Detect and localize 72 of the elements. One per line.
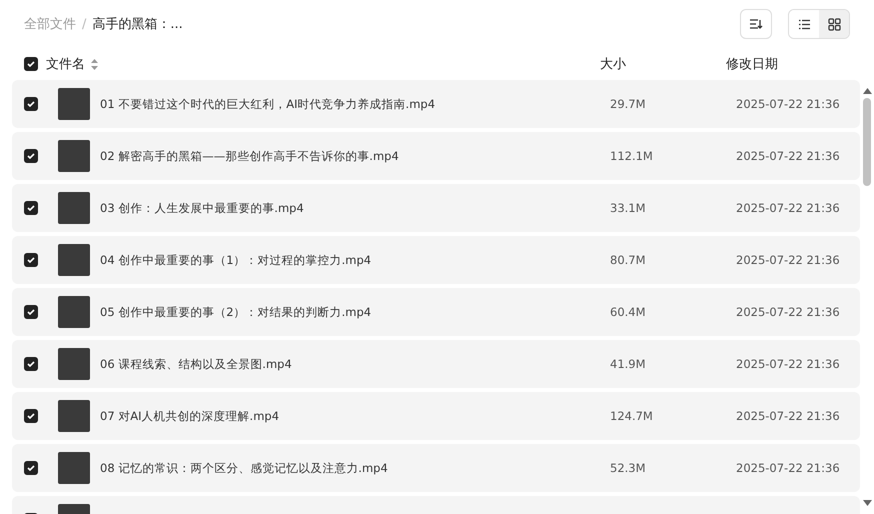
row-checkbox[interactable] xyxy=(24,97,38,111)
video-thumbnail xyxy=(58,400,90,432)
modified-date: 2025-07-22 21:36 xyxy=(736,201,841,215)
video-thumbnail xyxy=(58,88,90,120)
file-row[interactable]: 06 课程线索、结构以及全景图.mp4 41.9M 2025-07-22 21:36 xyxy=(12,340,860,388)
column-header[interactable]: 修改日期 xyxy=(726,55,850,73)
scrollbar-thumb[interactable] xyxy=(863,98,871,186)
file-size: 60.4M xyxy=(610,305,647,319)
modified-date: 2025-07-22 21:36 xyxy=(736,461,841,475)
check-icon xyxy=(26,99,36,109)
row-checkbox[interactable] xyxy=(24,149,38,163)
video-thumbnail xyxy=(58,244,90,276)
modified-date: 2025-07-22 21:36 xyxy=(736,253,841,267)
file-name: 03 创作：人生发展中最重要的事.mp4 xyxy=(100,200,305,216)
modified-date: 2025-07-22 21:36 xyxy=(736,409,841,423)
scroll-up-icon[interactable] xyxy=(862,88,872,94)
scroll-down-icon[interactable] xyxy=(862,500,872,506)
file-row[interactable]: 08 记忆的常识：两个区分、感觉记忆以及注意力.mp4 52.3M 2025-07-22 21:36 xyxy=(12,444,860,492)
check-icon xyxy=(26,307,36,317)
check-icon xyxy=(26,151,36,161)
file-size: 33.1M xyxy=(610,201,647,215)
video-thumbnail xyxy=(58,192,90,224)
row-checkbox[interactable] xyxy=(24,461,38,475)
select-all-checkbox[interactable] xyxy=(24,57,38,71)
file-name: 06 课程线索、结构以及全景图.mp4 xyxy=(100,356,293,372)
file-row[interactable]: 04 创作中最重要的事（1）：对过程的掌控力.mp4 80.7M 2025-07-22 21:36 xyxy=(12,236,860,284)
video-thumbnail xyxy=(58,140,90,172)
file-name: 02 解密高手的黑箱——那些创作高手不告诉你的事.mp4 xyxy=(100,148,400,164)
row-checkbox[interactable] xyxy=(24,253,38,267)
breadcrumb-item[interactable]: 高手的黑箱：... xyxy=(92,15,183,33)
video-thumbnail xyxy=(58,296,90,328)
file-name: 01 不要错过这个时代的巨大红利，AI时代竞争力养成指南.mp4 xyxy=(100,96,436,112)
file-row[interactable]: 01 不要错过这个时代的巨大红利，AI时代竞争力养成指南.mp4 29.7M 2025-07-22 21:36 xyxy=(12,80,860,128)
check-icon xyxy=(26,255,36,265)
breadcrumb-separator: / xyxy=(82,16,86,32)
file-size: 29.7M xyxy=(610,97,647,111)
sort-button[interactable] xyxy=(740,9,772,39)
file-size: 124.7M xyxy=(610,409,654,423)
grid-view-button[interactable] xyxy=(819,10,849,38)
row-checkbox[interactable] xyxy=(24,201,38,215)
grid-icon xyxy=(828,18,840,30)
check-icon xyxy=(26,59,36,69)
file-row[interactable]: 05 创作中最重要的事（2）：对结果的判断力.mp4 60.4M 2025-07-22 21:36 xyxy=(12,288,860,336)
file-size: 41.9M xyxy=(610,357,647,371)
video-thumbnail xyxy=(58,348,90,380)
file-row[interactable]: 07 对AI人机共创的深度理解.mp4 124.7M 2025-07-22 21:36 xyxy=(12,392,860,440)
modified-date: 2025-07-22 21:36 xyxy=(736,305,841,319)
column-header[interactable]: 大小 xyxy=(600,55,726,73)
sort-arrows-icon xyxy=(91,58,98,70)
sort-icon xyxy=(749,18,763,30)
file-name: 04 创作中最重要的事（1）：对过程的掌控力.mp4 xyxy=(100,252,372,268)
check-icon xyxy=(26,463,36,473)
row-checkbox[interactable] xyxy=(24,305,38,319)
file-row[interactable]: 02 解密高手的黑箱——那些创作高手不告诉你的事.mp4 112.1M 2025-07-22 21:36 xyxy=(12,132,860,180)
file-size: 52.3M xyxy=(610,461,647,475)
file-size: 112.1M xyxy=(610,149,654,163)
file-name: 05 创作中最重要的事（2）：对结果的判断力.mp4 xyxy=(100,304,372,320)
file-row[interactable]: 03 创作：人生发展中最重要的事.mp4 33.1M 2025-07-22 21:36 xyxy=(12,184,860,232)
modified-date: 2025-07-22 21:36 xyxy=(736,357,841,371)
list-icon xyxy=(798,18,810,30)
check-icon xyxy=(26,411,36,421)
row-checkbox[interactable] xyxy=(24,357,38,371)
column-header[interactable]: 文件名 xyxy=(46,55,85,73)
check-icon xyxy=(26,203,36,213)
modified-date: 2025-07-22 21:36 xyxy=(736,149,841,163)
check-icon xyxy=(26,359,36,369)
row-checkbox[interactable] xyxy=(24,409,38,423)
modified-date: 2025-07-22 21:36 xyxy=(736,97,841,111)
file-name: 07 对AI人机共创的深度理解.mp4 xyxy=(100,408,280,424)
video-thumbnail xyxy=(58,452,90,484)
file-size: 80.7M xyxy=(610,253,647,267)
file-name: 08 记忆的常识：两个区分、感觉记忆以及注意力.mp4 xyxy=(100,460,389,476)
